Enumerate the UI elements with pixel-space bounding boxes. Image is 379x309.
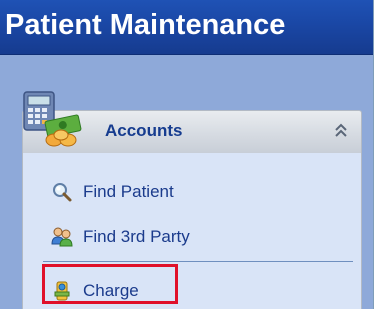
accounts-panel-title: Accounts <box>105 121 183 140</box>
find-3rd-party-label: Find 3rd Party <box>83 227 190 246</box>
find-patient-label: Find Patient <box>83 182 174 201</box>
title-bar: Patient Maintenance <box>0 0 373 55</box>
double-chevron-up-icon[interactable] <box>331 120 351 140</box>
window-title: Patient Maintenance <box>5 9 286 41</box>
divider <box>43 261 353 262</box>
find-patient-link[interactable]: Find Patient <box>51 179 174 205</box>
magnifier-icon <box>51 181 73 203</box>
accounts-panel: Accounts Find Patient Find 3rd Party Cha… <box>22 91 362 309</box>
calculator-money-icon <box>20 90 92 150</box>
charge-highlight-box <box>42 264 178 304</box>
patient-maintenance-window: Patient Maintenance Accounts Find Patien… <box>0 0 374 309</box>
people-icon <box>51 226 73 248</box>
find-3rd-party-link[interactable]: Find 3rd Party <box>51 224 190 250</box>
accounts-panel-body: Find Patient Find 3rd Party Charge <box>22 153 362 309</box>
